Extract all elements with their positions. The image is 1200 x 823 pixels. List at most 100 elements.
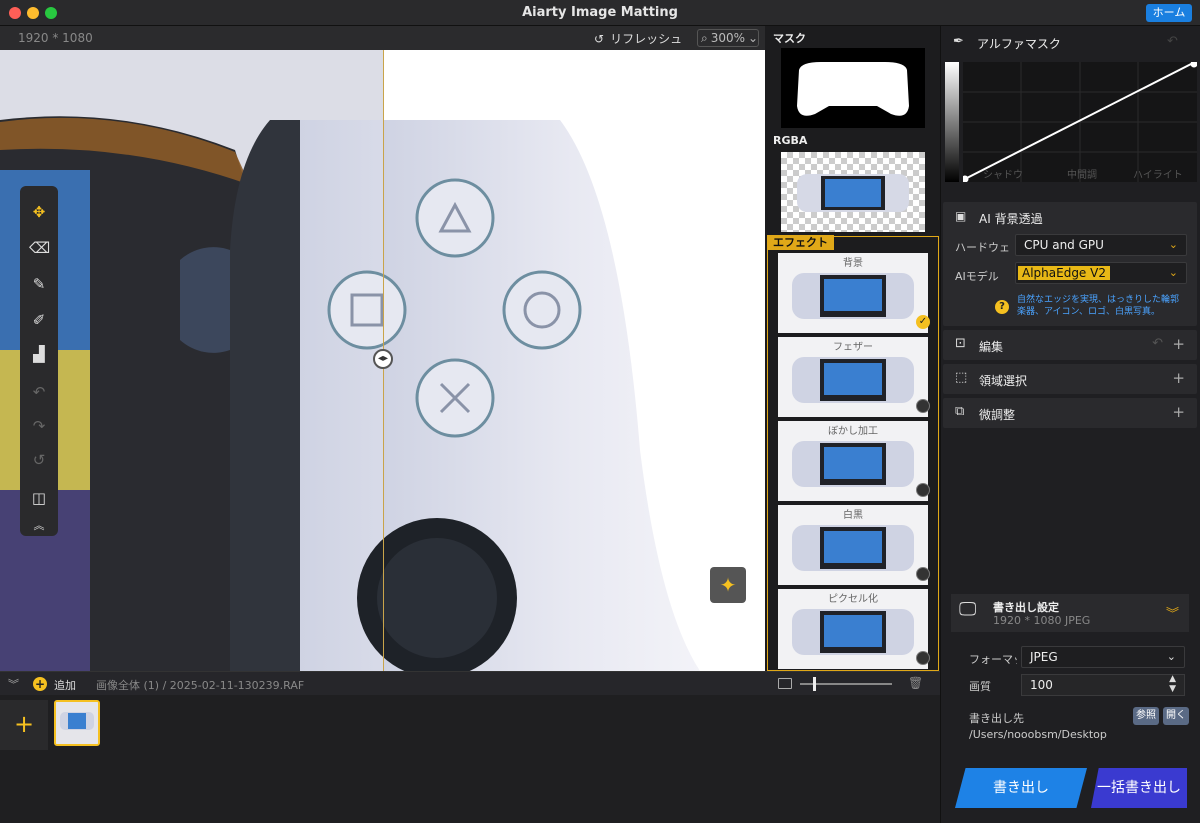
effect-item-blur[interactable]: ぼかし加工: [778, 421, 930, 501]
quality-stepper[interactable]: 100 ▲ ▼: [1021, 674, 1185, 696]
move-tool-icon[interactable]: ✥: [29, 202, 49, 222]
sparkle-icon[interactable]: ✦: [710, 567, 746, 603]
preview-column: マスク RGBA エフェクト 背景 ✓ フェザー ぼかし加工 白黒 ピクセル化: [765, 26, 940, 671]
chevron-down-icon: ⌄: [748, 31, 759, 45]
tool-palette: ✥ ⌫ ✎ ✐ ▟ ↶ ↷ ↺ ◫ ︽: [20, 186, 58, 536]
filmstrip: +: [0, 695, 940, 823]
chevron-down-icon: ⌄: [1168, 266, 1178, 279]
hardware-value: CPU and GPU: [1024, 238, 1104, 252]
region-select-section[interactable]: ⬚ 領域選択 +: [943, 364, 1197, 394]
effect-preview-image: [792, 525, 914, 571]
paint-roller-tool-icon[interactable]: ▟: [29, 344, 49, 364]
image-icon: ▣: [955, 209, 967, 223]
eyedropper-icon: ✒: [953, 34, 964, 49]
slider-handle[interactable]: [813, 677, 816, 691]
edit-icon: ⊡: [955, 336, 966, 351]
hardware-select[interactable]: CPU and GPU ⌄: [1015, 234, 1187, 256]
help-icon[interactable]: ?: [995, 300, 1009, 314]
file-thumbnail-image: [56, 702, 98, 744]
effect-radio[interactable]: [916, 483, 930, 497]
image-canvas[interactable]: ◂▸: [0, 50, 765, 671]
alpha-curve[interactable]: シャドウ 中間調 ハイライト: [963, 62, 1197, 182]
fine-tune-section[interactable]: ⧉ 微調整 +: [943, 398, 1197, 428]
effect-radio[interactable]: [916, 399, 930, 413]
plus-icon[interactable]: +: [1172, 369, 1185, 387]
add-icon[interactable]: +: [33, 677, 47, 691]
hardware-label: ハードウェア: [955, 241, 1011, 254]
format-label: フォーマット: [969, 653, 1017, 666]
effect-radio[interactable]: [916, 567, 930, 581]
ai-model-label: AIモデル: [955, 270, 999, 283]
filmstrip-toolbar: ︾ + 追加 画像全体 (1) / 2025-02-11-130239.RAF …: [0, 671, 940, 695]
model-help-line-2: 楽器、アイコン、ロゴ、白黒写真。: [1017, 307, 1161, 317]
model-help-line-1: 自然なエッジを実現、はっきりした輪郭: [1017, 295, 1180, 305]
reset-curve-icon[interactable]: ↶: [1167, 34, 1178, 49]
edit-section[interactable]: ⊡ 編集 ↶ +: [943, 330, 1197, 360]
quality-label: 画質: [969, 680, 991, 693]
effect-item-monochrome[interactable]: 白黒: [778, 505, 930, 585]
curve-grid: [963, 62, 1197, 182]
effect-item-background[interactable]: 背景 ✓: [778, 253, 930, 333]
effect-radio[interactable]: [916, 651, 930, 665]
zoom-select[interactable]: ⌕ 300% ⌄: [697, 29, 759, 47]
refresh-button[interactable]: ↺ リフレッシュ: [594, 30, 682, 47]
browse-button[interactable]: 参照: [1133, 707, 1159, 725]
effect-panel: エフェクト 背景 ✓ フェザー ぼかし加工 白黒 ピクセル化: [767, 235, 939, 671]
compare-split-handle[interactable]: ◂▸: [373, 349, 393, 369]
add-file-button[interactable]: +: [0, 700, 48, 750]
collapse-palette-icon[interactable]: ︽: [29, 516, 49, 536]
effect-item-feather[interactable]: フェザー: [778, 337, 930, 417]
destination-label: 書き出し先: [969, 712, 1024, 725]
trash-icon[interactable]: 🗑: [908, 676, 923, 690]
canvas-top-bar: 1920 * 1080 ↺ リフレッシュ ⌕ 300% ⌄: [0, 26, 765, 50]
effect-item-pixelate[interactable]: ピクセル化: [778, 589, 930, 669]
batch-export-button[interactable]: 一括書き出し: [1091, 768, 1187, 808]
rgba-device-image: [797, 174, 909, 212]
undo-icon[interactable]: ↶: [1152, 336, 1163, 351]
stepper-arrows-icon[interactable]: ▲ ▼: [1169, 674, 1176, 694]
add-label[interactable]: 追加: [54, 677, 76, 693]
plus-icon[interactable]: +: [1172, 335, 1185, 353]
chevron-down-icon: ⌄: [1166, 650, 1176, 663]
settings-panel: ✒ アルファマスク ↶ シャドウ 中間調 ハイライト ▣ AI 背景透過 ハード…: [940, 26, 1200, 823]
export-settings-title: 書き出し設定: [993, 601, 1059, 614]
undo-icon[interactable]: ↶: [29, 382, 49, 402]
mask-silhouette: [797, 62, 909, 116]
effect-radio-checked[interactable]: ✓: [916, 315, 930, 329]
alpha-gradient-bar: [945, 62, 959, 182]
fine-tune-title: 微調整: [979, 408, 1016, 422]
file-thumbnail[interactable]: [54, 700, 100, 746]
format-select[interactable]: JPEG ⌄: [1021, 646, 1185, 668]
rgba-thumbnail[interactable]: [781, 152, 925, 232]
fine-tune-icon: ⧉: [955, 404, 965, 419]
collapse-filmstrip-icon[interactable]: ︾: [8, 676, 19, 692]
expand-icon[interactable]: ︾: [1166, 603, 1179, 622]
eraser-tool-icon[interactable]: ⌫: [29, 238, 50, 258]
export-settings-card[interactable]: 🖵 書き出し設定 1920 * 1080 JPEG ︾: [951, 594, 1189, 632]
region-select-icon: ⬚: [955, 370, 968, 385]
mask-thumbnail[interactable]: [781, 48, 925, 128]
export-button[interactable]: 書き出し: [955, 768, 1087, 808]
breadcrumb: 画像全体 (1) / 2025-02-11-130239.RAF: [96, 679, 305, 692]
image-size-icon: [778, 678, 792, 689]
reset-icon[interactable]: ↺: [29, 450, 49, 470]
region-select-title: 領域選択: [979, 374, 1028, 388]
ai-model-select[interactable]: AlphaEdge V2 ⌄: [1015, 262, 1187, 284]
shadow-label: シャドウ: [983, 170, 1023, 181]
highlight-label: ハイライト: [1133, 170, 1183, 181]
brush-tool-icon[interactable]: ✐: [29, 310, 49, 330]
app-title: Aiarty Image Matting: [522, 5, 678, 20]
midtone-label: 中間調: [1067, 170, 1097, 181]
effect-label: エフェクト: [767, 235, 834, 250]
export-settings-summary: 1920 * 1080 JPEG: [993, 614, 1091, 627]
home-button[interactable]: ホーム: [1146, 4, 1192, 22]
redo-icon[interactable]: ↷: [29, 416, 49, 436]
open-folder-button[interactable]: 開く: [1163, 707, 1189, 725]
effect-preview-image: [792, 273, 914, 319]
zoom-icon: ⌕: [701, 30, 708, 45]
pen-tool-icon[interactable]: ✎: [29, 274, 49, 294]
title-bar: Aiarty Image Matting ホーム: [0, 0, 1200, 26]
effect-preview-image: [792, 357, 914, 403]
frame-tool-icon[interactable]: ◫: [29, 488, 49, 508]
plus-icon[interactable]: +: [1172, 403, 1185, 421]
